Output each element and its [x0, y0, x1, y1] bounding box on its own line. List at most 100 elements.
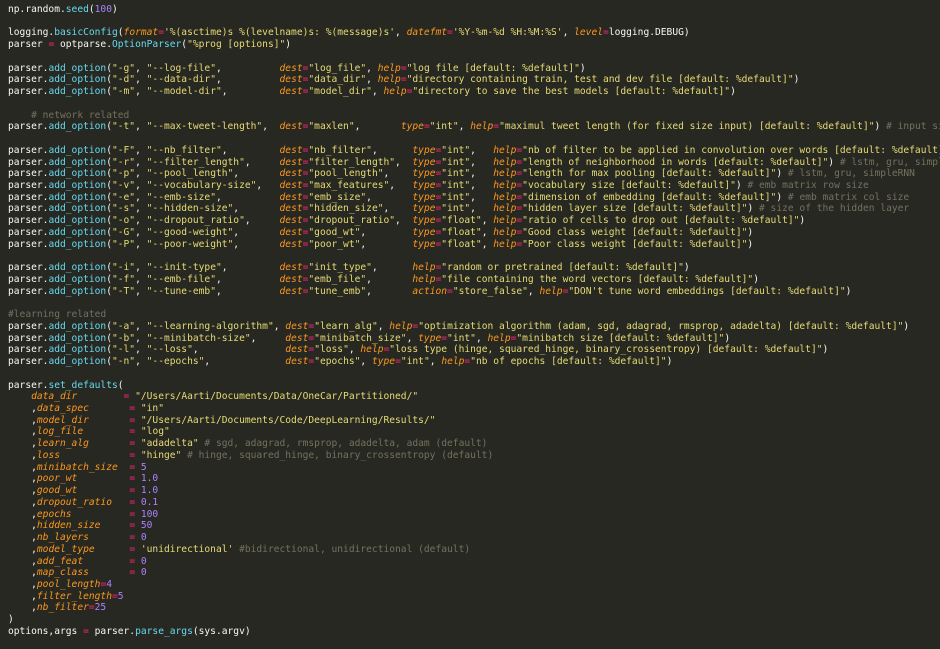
keyword-argument: help — [383, 86, 407, 98]
keyword-argument: data_spec — [36, 402, 89, 414]
string-literal: "int" — [441, 180, 471, 192]
keyword-argument: type — [412, 168, 436, 180]
code-comment: # lstm, gru, simpleRNN — [787, 168, 915, 180]
keyword-argument: help — [493, 203, 517, 215]
function-name: add_option — [48, 332, 107, 344]
code-line: options,args = parser.parse_args(sys.arg… — [8, 626, 940, 638]
code-text: , — [470, 180, 494, 192]
keyword-argument: help — [493, 144, 517, 156]
code-line: parser.add_option("-T", "--tune-emb", de… — [8, 286, 940, 298]
code-text: parser. — [8, 379, 49, 391]
code-text: logging. — [8, 27, 55, 39]
keyword-argument: type — [400, 121, 424, 133]
string-literal: "--emb-file" — [146, 273, 216, 285]
keyword-argument: model_type — [36, 543, 95, 555]
string-literal: "-g" — [111, 62, 136, 74]
function-name: add_option — [48, 168, 107, 180]
code-line: parser.add_option("-o", "--dropout_ratio… — [8, 215, 940, 227]
code-line: ,filter_length=5 — [8, 591, 940, 603]
keyword-argument: help — [470, 121, 494, 133]
string-literal: "log_file" — [308, 62, 367, 74]
code-text: , — [192, 344, 286, 356]
keyword-argument: help — [377, 74, 401, 86]
code-line: ,nb_layers = 0 — [8, 532, 940, 544]
function-name: add_option — [48, 156, 107, 168]
code-line: parser = optparse.OptionParser("%prog [o… — [8, 39, 940, 51]
string-literal: "--epochs" — [146, 356, 205, 368]
string-literal: "--good-weight" — [146, 226, 234, 238]
code-text: , — [8, 485, 37, 497]
string-literal: "int" — [441, 144, 471, 156]
code-text: , — [383, 203, 413, 215]
function-name: basicConfig — [54, 27, 118, 39]
code-line: ,dropout_ratio = 0.1 — [8, 497, 940, 509]
code-text: , — [348, 344, 361, 356]
code-text: , — [371, 86, 384, 98]
code-text: ) — [735, 180, 748, 192]
keyword-argument: help — [493, 156, 517, 168]
code-text: ) — [828, 156, 840, 168]
keyword-argument: dropout_ratio — [36, 496, 112, 508]
string-literal: "hinge" — [140, 449, 182, 461]
code-text: , — [354, 121, 401, 133]
code-text: options,args — [8, 625, 84, 637]
string-literal: "in" — [140, 402, 164, 414]
string-literal: "--hidden-size" — [146, 203, 234, 215]
string-literal: "--nb_filter" — [146, 144, 222, 156]
code-editor[interactable]: np.random.seed(100) logging.basicConfig(… — [0, 0, 940, 649]
code-text: , — [244, 215, 280, 227]
code-line: parser.add_option("-P", "--poor-weight",… — [8, 239, 940, 251]
string-literal: "int" — [441, 168, 471, 180]
code-text: , — [221, 262, 280, 274]
code-line: logging.basicConfig(format='%(asctime)s … — [8, 27, 940, 39]
string-literal: "--max-tweet-length" — [146, 121, 263, 133]
code-text: , — [233, 168, 280, 180]
keyword-argument: dest — [279, 262, 303, 274]
string-literal: 'unidirectional' — [140, 543, 234, 555]
string-literal: "directory to save the best models [defa… — [412, 86, 731, 98]
function-name: add_option — [48, 62, 107, 74]
code-line: ,learn_alg = "adadelta" # sgd, adagrad, … — [8, 438, 940, 450]
code-text: , — [135, 226, 147, 238]
code-text: ) — [8, 614, 14, 626]
code-text: , — [371, 144, 413, 156]
code-text: ) — [799, 215, 806, 227]
code-text: parser. — [8, 332, 49, 344]
code-text: , — [470, 156, 494, 168]
keyword-argument: minibatch_size — [36, 461, 118, 473]
code-comment: # lstm, gru, simpleRNN — [839, 156, 940, 168]
keyword-argument: dest — [285, 344, 309, 356]
keyword-argument: nb_layers — [36, 532, 89, 544]
number-literal: 0.1 — [140, 496, 159, 508]
string-literal: "emb_size" — [308, 191, 367, 203]
code-text: , — [135, 320, 147, 332]
code-text: ) — [724, 332, 731, 344]
code-text: , — [395, 27, 407, 39]
string-literal: "directory containing train, test and de… — [406, 74, 794, 86]
code-text: parser. — [8, 320, 49, 332]
code-text: , — [233, 203, 280, 215]
number-literal: 0 — [140, 567, 147, 579]
code-line: parser.add_option("-p", "--pool_length",… — [8, 168, 940, 180]
code-line: parser.add_option("-e", "--emb-size", de… — [8, 192, 940, 204]
code-text: , — [429, 356, 442, 368]
code-text: , — [215, 74, 280, 86]
string-literal: "length for max pooling [default: %defau… — [522, 168, 777, 180]
string-literal: "-P" — [111, 238, 136, 250]
string-literal: "-s" — [111, 203, 136, 215]
code-text: parser. — [88, 625, 136, 637]
keyword-argument: map_class — [36, 567, 89, 579]
keyword-argument: type — [412, 226, 436, 238]
string-literal: "/Users/Aarti/Documents/Data/OneCar/Part… — [135, 391, 419, 403]
code-text: ) — [683, 262, 690, 274]
keyword-argument: help — [377, 62, 401, 74]
code-text: ) — [903, 320, 910, 332]
keyword-argument: level — [574, 27, 604, 39]
keyword-argument: dest — [279, 273, 303, 285]
string-literal: "dimension of embedding [default: %defau… — [522, 191, 777, 203]
code-line: ,model_dir = "/Users/Aarti/Documents/Cod… — [8, 415, 940, 427]
